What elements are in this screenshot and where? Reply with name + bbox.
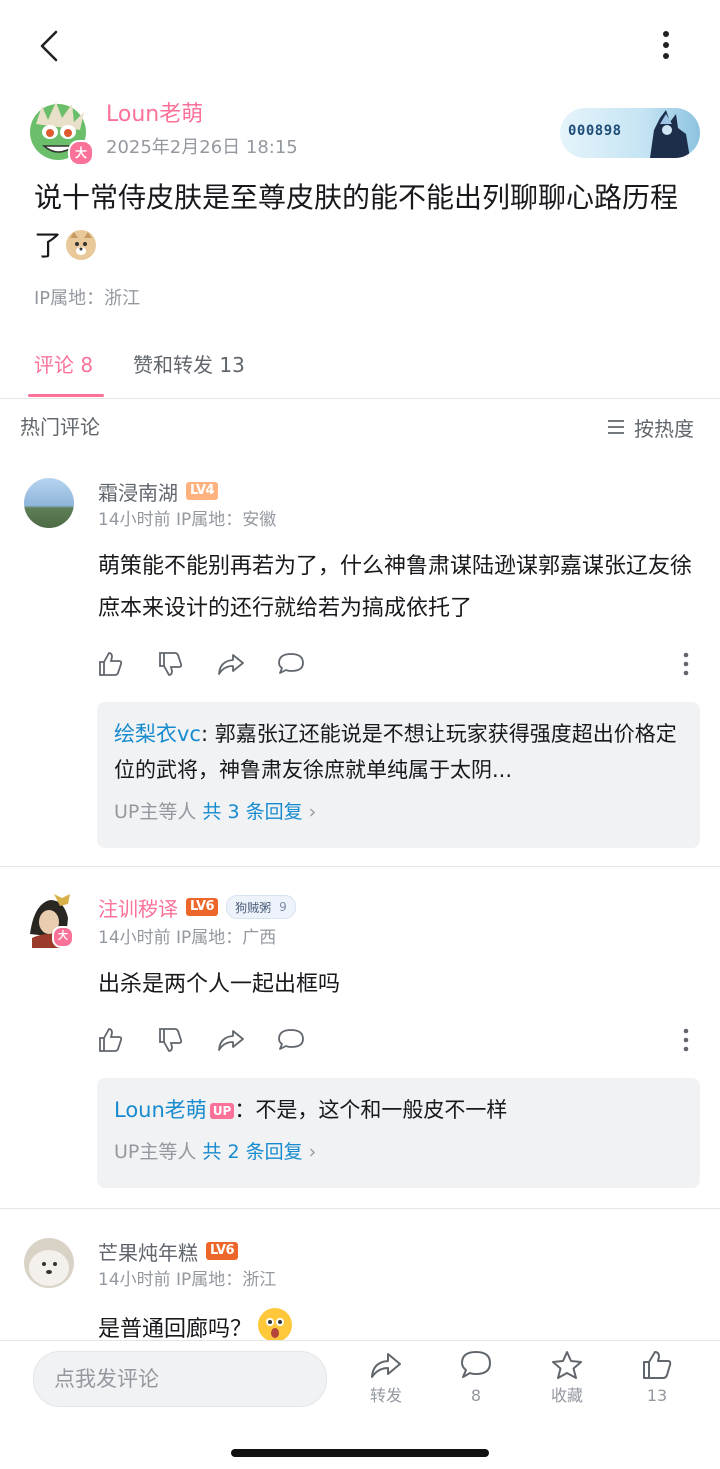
more-vertical-icon — [663, 31, 669, 59]
comment-button[interactable]: 8 — [446, 1349, 506, 1409]
tabs-divider — [0, 398, 720, 399]
comment-actions — [96, 1024, 700, 1056]
level-badge: LV6 — [206, 1242, 239, 1260]
commenter-avatar[interactable] — [24, 1238, 74, 1288]
commenter-avatar[interactable]: 大 — [24, 894, 74, 948]
chevron-left-icon — [40, 30, 58, 62]
bottom-bar: 点我发评论 转发 8 收藏 13 — [0, 1340, 720, 1469]
comment-item: 霜浸南湖 LV4 14小时前 IP属地：安徽 萌策能不能别再若为了，什么神鲁肃谋… — [0, 466, 720, 864]
thumbs-down-icon[interactable] — [156, 1026, 184, 1054]
comment-item: 芒果炖年糕 LV6 14小时前 IP属地：浙江 是普通回廊吗？ — [0, 1228, 720, 1340]
comment-meta: 14小时前 IP属地：浙江 — [98, 1270, 277, 1290]
thumbs-up-icon[interactable] — [96, 1026, 124, 1054]
favorite-button[interactable]: 收藏 — [537, 1349, 597, 1409]
comment-input-placeholder: 点我发评论 — [54, 1367, 159, 1391]
tab-likes-shares[interactable]: 赞和转发 13 — [133, 350, 245, 380]
author-avatar[interactable]: 大 — [28, 100, 94, 166]
commenter-name[interactable]: 霜浸南湖 — [98, 477, 178, 506]
thumbs-up-icon[interactable] — [96, 650, 124, 678]
post-time: 2025年2月26日 18:15 — [106, 137, 298, 158]
reply-bubble-icon[interactable] — [276, 1026, 306, 1054]
favorite-label: 收藏 — [550, 1386, 583, 1405]
star-icon — [552, 1351, 582, 1379]
tab-comments[interactable]: 评论 8 — [34, 350, 93, 380]
up-tag: UP — [209, 1103, 235, 1119]
view-replies-link[interactable]: 共 3 条回复 — [202, 801, 302, 823]
comment-text: 萌策能不能别再若为了，什么神鲁肃谋陆逊谋郭嘉谋张辽友徐庶本来设计的还行就给若为搞… — [98, 554, 693, 621]
comment-actions — [96, 648, 700, 680]
vip-badge-icon: 大 — [68, 140, 94, 166]
character-figure-icon — [650, 110, 690, 158]
decoration-card[interactable]: 000898 — [560, 108, 700, 158]
level-badge: LV6 — [186, 898, 219, 916]
share-label: 转发 — [369, 1386, 402, 1405]
reply-user[interactable]: Loun老萌 — [114, 1098, 207, 1122]
section-title: 热门评论 — [20, 415, 100, 439]
decoration-card-number: 000898 — [568, 123, 622, 139]
post-text: 说十常侍皮肤是至尊皮肤的能不能出列聊聊心路历程了 — [34, 181, 679, 262]
reply-user[interactable]: 绘梨衣vc — [114, 722, 201, 746]
commenter-avatar[interactable] — [24, 478, 74, 528]
comment-text: 是普通回廊吗？ — [98, 1317, 253, 1340]
reply-text: 不是，这个和一般皮不一样 — [255, 1098, 508, 1122]
fan-medal: 狗贼粥 9 — [226, 895, 296, 919]
sort-label: 按热度 — [634, 416, 694, 441]
comment-count: 8 — [470, 1386, 482, 1405]
chevron-right-icon: › — [308, 801, 317, 823]
thumbs-down-icon[interactable] — [156, 650, 184, 678]
comment-meta: 14小时前 IP属地：广西 — [98, 928, 277, 948]
more-menu-button[interactable] — [652, 26, 680, 66]
reply-bubble-icon[interactable] — [276, 650, 306, 678]
author-name[interactable]: Loun老萌 — [106, 100, 203, 130]
tab-active-indicator — [28, 394, 104, 397]
comment-bubble-icon — [461, 1351, 491, 1378]
comment-more-icon[interactable] — [680, 650, 692, 678]
level-badge: LV4 — [186, 482, 219, 500]
sort-button[interactable]: 按热度 — [606, 412, 694, 442]
shocked-emoji-icon — [258, 1308, 293, 1340]
share-icon[interactable] — [216, 650, 246, 678]
chevron-right-icon: › — [308, 1141, 317, 1163]
sort-lines-icon — [608, 420, 624, 434]
post-ip-location: IP属地：浙江 — [34, 288, 141, 309]
share-icon — [371, 1353, 401, 1378]
like-button[interactable]: 13 — [627, 1349, 687, 1409]
doge-emoji-icon — [66, 230, 97, 260]
vip-badge-icon: 大 — [52, 926, 74, 948]
home-indicator — [231, 1449, 489, 1457]
comment-divider — [0, 1208, 720, 1209]
thumbs-up-icon — [643, 1351, 672, 1379]
share-button[interactable]: 转发 — [356, 1349, 416, 1409]
reply-more-prefix: UP主等人 — [114, 1141, 203, 1163]
commenter-name[interactable]: 注训秽译 — [98, 893, 178, 922]
comment-more-icon[interactable] — [680, 1026, 692, 1054]
back-button[interactable] — [30, 26, 70, 66]
comment-text: 出杀是两个人一起出框吗 — [98, 972, 341, 997]
comment-meta: 14小时前 IP属地：安徽 — [98, 510, 277, 530]
view-replies-link[interactable]: 共 2 条回复 — [202, 1141, 302, 1163]
share-icon[interactable] — [216, 1026, 246, 1054]
commenter-name[interactable]: 芒果炖年糕 — [98, 1237, 198, 1266]
reply-more-prefix: UP主等人 — [114, 801, 203, 823]
reply-preview[interactable]: Loun老萌 UP ：不是，这个和一般皮不一样 UP主等人 共 2 条回复 › — [97, 1078, 700, 1188]
comment-input[interactable]: 点我发评论 — [33, 1351, 327, 1407]
fan-medal-level: 9 — [279, 900, 287, 914]
reply-preview[interactable]: 绘梨衣vc: 郭嘉张辽还能说是不想让玩家获得强度超出价格定位的武将，神鲁肃友徐庶… — [97, 702, 700, 848]
comment-item: 大 注训秽译 LV6 狗贼粥 9 14小时前 IP属地：广西 出杀是两个人一起出… — [0, 884, 720, 1204]
comment-divider — [0, 866, 720, 867]
like-count: 13 — [646, 1386, 668, 1405]
